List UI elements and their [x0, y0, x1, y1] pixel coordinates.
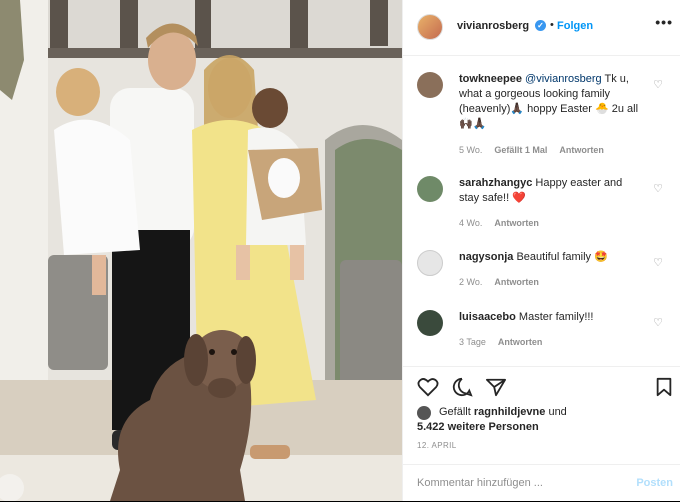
reply-button[interactable]: Antworten [494, 218, 539, 228]
post-comment-button[interactable]: Posten [636, 477, 673, 489]
post-actions: Gefällt ragnhildjevne und 5.422 weitere … [403, 366, 680, 501]
comment-meta: 2 Wo. Antworten [459, 277, 551, 287]
post-date[interactable]: 12. APRIL [417, 441, 457, 450]
comment-text: towkneepee @vivianrosberg Tk u, what a g… [459, 72, 645, 132]
reply-button[interactable]: Antworten [559, 145, 604, 155]
post-sidebar: vivianrosberg ✓ • Folgen ••• towkneepee … [402, 0, 680, 501]
comment-meta: 3 Tage Antworten [459, 337, 554, 347]
comment-icon[interactable] [451, 377, 473, 397]
comment-username[interactable]: luisaacebo [459, 311, 516, 323]
liker-username[interactable]: ragnhildjevne [474, 406, 546, 418]
like-comment-icon[interactable]: ♡ [653, 316, 663, 329]
like-comment-icon[interactable]: ♡ [653, 182, 663, 195]
comment-text: luisaacebo Master family!!! [459, 310, 645, 325]
likes-count[interactable]: 5.422 weitere Personen [417, 420, 539, 435]
post-header: vivianrosberg ✓ • Folgen ••• [403, 0, 680, 56]
comment-meta: 4 Wo. Antworten [459, 218, 551, 228]
bookmark-icon[interactable] [655, 377, 673, 397]
share-icon[interactable] [485, 377, 507, 397]
follow-button[interactable]: Folgen [557, 20, 593, 32]
comment-username[interactable]: towkneepee [459, 73, 522, 85]
reply-button[interactable]: Antworten [498, 337, 543, 347]
instagram-post: vivianrosberg ✓ • Folgen ••• towkneepee … [0, 0, 680, 501]
comment-time[interactable]: 5 Wo. [459, 145, 482, 155]
comment-time[interactable]: 3 Tage [459, 337, 486, 347]
comment-username[interactable]: nagysonja [459, 251, 513, 263]
separator-dot: • [550, 19, 554, 31]
author-username[interactable]: vivianrosberg [457, 20, 529, 32]
comment-avatar[interactable] [417, 72, 443, 98]
comment-body: Beautiful family 🤩 [513, 251, 608, 263]
comment-avatar[interactable] [417, 250, 443, 276]
reply-button[interactable]: Antworten [494, 277, 539, 287]
comment-input[interactable]: Kommentar hinzufügen ... [417, 477, 543, 489]
likes-line-1: Gefällt ragnhildjevne und [439, 406, 567, 418]
add-comment-bar: Kommentar hinzufügen ... Posten [403, 464, 680, 502]
verified-badge-icon: ✓ [535, 20, 546, 31]
comment-username[interactable]: sarahzhangyc [459, 177, 532, 189]
comment-time[interactable]: 4 Wo. [459, 218, 482, 228]
comment-time[interactable]: 2 Wo. [459, 277, 482, 287]
comment-text: sarahzhangyc Happy easter and stay safe!… [459, 176, 645, 206]
comment-likes[interactable]: Gefällt 1 Mal [494, 145, 547, 155]
post-photo[interactable] [0, 0, 402, 501]
more-options-icon[interactable]: ••• [655, 14, 673, 30]
comment-avatar[interactable] [417, 176, 443, 202]
comment-avatar[interactable] [417, 310, 443, 336]
comment-text: nagysonja Beautiful family 🤩 [459, 250, 645, 265]
comment-body: Master family!!! [515, 311, 594, 323]
comment-mention[interactable]: @vivianrosberg [525, 73, 602, 85]
comment-meta: 5 Wo. Gefällt 1 Mal Antworten [459, 145, 616, 155]
liker-avatar[interactable] [417, 406, 431, 420]
like-comment-icon[interactable]: ♡ [653, 78, 663, 91]
author-avatar[interactable] [417, 14, 443, 40]
comments-list: towkneepee @vivianrosberg Tk u, what a g… [403, 56, 680, 366]
like-comment-icon[interactable]: ♡ [653, 256, 663, 269]
heart-icon[interactable] [417, 377, 439, 397]
